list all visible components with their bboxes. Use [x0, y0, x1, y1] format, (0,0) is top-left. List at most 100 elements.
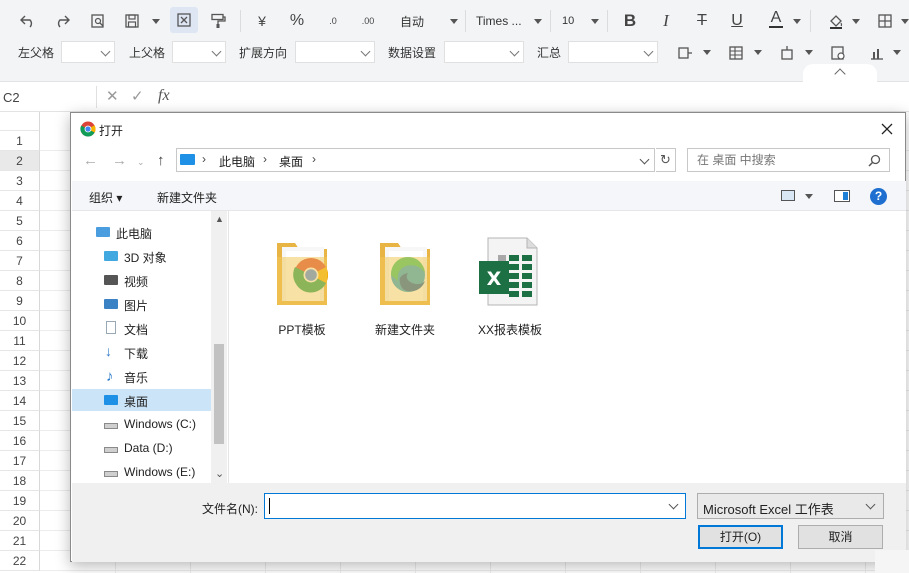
font-size-select[interactable]: 10 — [562, 8, 586, 34]
data-setting-select[interactable] — [444, 41, 524, 63]
fx-icon[interactable]: fx — [158, 87, 170, 105]
close-icon[interactable] — [877, 119, 897, 139]
change-view-icon[interactable] — [781, 190, 795, 201]
select-all-corner[interactable] — [0, 112, 40, 131]
row-header[interactable]: 12 — [0, 351, 40, 371]
save-dropdown-icon[interactable] — [152, 19, 160, 24]
nav-item[interactable]: Windows (E:) — [72, 461, 211, 483]
address-bar[interactable]: › 此电脑 › 桌面 › — [176, 148, 655, 172]
insert-row-chevron-icon[interactable] — [703, 50, 711, 55]
bold-icon[interactable]: B — [618, 8, 642, 34]
row-header[interactable]: 2 — [0, 151, 40, 171]
search-input[interactable] — [697, 152, 857, 168]
fill-color-icon[interactable] — [824, 8, 848, 34]
row-header[interactable]: 11 — [0, 331, 40, 351]
breadcrumb-desktop[interactable]: 桌面 — [279, 153, 303, 170]
row-header[interactable]: 17 — [0, 451, 40, 471]
new-folder-button[interactable]: 新建文件夹 — [157, 189, 217, 206]
nav-item[interactable]: 文档 — [72, 317, 211, 339]
insert-column-chevron-icon[interactable] — [805, 50, 813, 55]
open-button[interactable]: 打开(O) — [698, 525, 783, 549]
italic-icon[interactable]: I — [654, 8, 678, 34]
row-header[interactable]: 1 — [0, 131, 40, 151]
row-header[interactable]: 4 — [0, 191, 40, 211]
scrollbar-thumb[interactable] — [214, 344, 224, 444]
breadcrumb-this-pc[interactable]: 此电脑 — [219, 153, 255, 170]
breadcrumb-separator[interactable]: › — [202, 152, 206, 166]
nav-scrollbar[interactable]: ▲ ⌄ — [211, 211, 227, 483]
change-view-chevron-icon[interactable] — [805, 194, 813, 199]
file-item[interactable]: PPT模板 — [254, 223, 350, 338]
format-painter-icon[interactable] — [206, 8, 230, 34]
font-color-chevron-icon[interactable] — [793, 19, 801, 24]
preview-pane-icon[interactable] — [834, 190, 850, 202]
nav-item[interactable]: 桌面 — [72, 389, 211, 411]
row-header[interactable]: 13 — [0, 371, 40, 391]
number-format-chevron-icon[interactable] — [450, 19, 458, 24]
borders-icon[interactable] — [873, 8, 897, 34]
save-icon[interactable] — [120, 8, 144, 34]
row-header[interactable]: 6 — [0, 231, 40, 251]
row-header[interactable]: 21 — [0, 531, 40, 551]
redo-icon[interactable] — [50, 8, 74, 34]
nav-item[interactable]: 此电脑 — [72, 221, 211, 243]
row-header[interactable]: 15 — [0, 411, 40, 431]
resize-grip[interactable] — [875, 550, 909, 573]
row-header[interactable]: 8 — [0, 271, 40, 291]
left-parent-select[interactable] — [61, 41, 115, 63]
table-chevron-icon[interactable] — [754, 50, 762, 55]
scroll-down-icon[interactable]: ⌄ — [215, 467, 224, 480]
row-header[interactable]: 22 — [0, 551, 40, 571]
preview-icon[interactable] — [86, 8, 110, 34]
row-header[interactable]: 3 — [0, 171, 40, 191]
row-header[interactable]: 10 — [0, 311, 40, 331]
confirm-icon[interactable]: ✓ — [131, 87, 144, 105]
top-parent-select[interactable] — [172, 41, 226, 63]
filename-dropdown-icon[interactable] — [668, 499, 679, 510]
row-header[interactable]: 16 — [0, 431, 40, 451]
insert-column-icon[interactable] — [776, 40, 798, 66]
row-header[interactable]: 14 — [0, 391, 40, 411]
nav-item[interactable]: 视频 — [72, 269, 211, 291]
chart-chevron-icon[interactable] — [893, 50, 901, 55]
cell-reference[interactable]: C2 — [3, 90, 20, 105]
file-item[interactable]: X XX报表模板 — [462, 223, 558, 338]
row-header[interactable]: 5 — [0, 211, 40, 231]
breadcrumb-separator[interactable]: › — [312, 152, 316, 166]
back-icon[interactable]: ← — [83, 152, 98, 169]
table-icon[interactable] — [725, 40, 747, 66]
import-icon[interactable] — [170, 7, 198, 33]
font-size-chevron-icon[interactable] — [591, 19, 599, 24]
font-name-select[interactable]: Times ... — [476, 8, 532, 34]
up-icon[interactable]: ↑ — [157, 152, 165, 169]
cancel-button[interactable]: 取消 — [798, 525, 883, 549]
font-name-chevron-icon[interactable] — [534, 19, 542, 24]
undo-icon[interactable] — [16, 8, 40, 34]
forward-icon[interactable]: → — [112, 152, 127, 169]
row-header[interactable]: 19 — [0, 491, 40, 511]
conditional-format-icon[interactable] — [827, 40, 849, 66]
chart-icon[interactable] — [866, 40, 888, 66]
refresh-icon[interactable]: ↻ — [656, 148, 676, 172]
insert-row-icon[interactable] — [674, 40, 696, 66]
nav-item[interactable]: ♪ 音乐 — [72, 365, 211, 387]
fill-color-chevron-icon[interactable] — [852, 19, 860, 24]
row-header[interactable]: 18 — [0, 471, 40, 491]
scroll-up-icon[interactable]: ▲ — [215, 214, 224, 224]
organize-button[interactable]: 组织 ▾ — [89, 189, 122, 206]
search-box[interactable] — [687, 148, 890, 172]
strikethrough-icon[interactable]: T — [690, 8, 714, 34]
percent-icon[interactable]: % — [284, 8, 310, 34]
file-item[interactable]: 新建文件夹 — [357, 223, 453, 338]
address-dropdown-icon[interactable] — [639, 154, 650, 165]
nav-item[interactable]: Windows (C:) — [72, 413, 211, 435]
font-color-icon[interactable]: A — [764, 6, 788, 32]
increase-decimal-icon[interactable]: .0 — [320, 8, 346, 34]
collapse-ribbon-tab[interactable] — [803, 64, 877, 84]
cancel-icon[interactable]: ✕ — [106, 87, 119, 105]
help-icon[interactable]: ? — [870, 188, 887, 205]
collapse-chevron-icon[interactable] — [834, 68, 846, 80]
filetype-select[interactable]: Microsoft Excel 工作表 — [697, 493, 884, 519]
nav-item[interactable]: 图片 — [72, 293, 211, 315]
number-format-select[interactable]: 自动 — [400, 8, 440, 34]
